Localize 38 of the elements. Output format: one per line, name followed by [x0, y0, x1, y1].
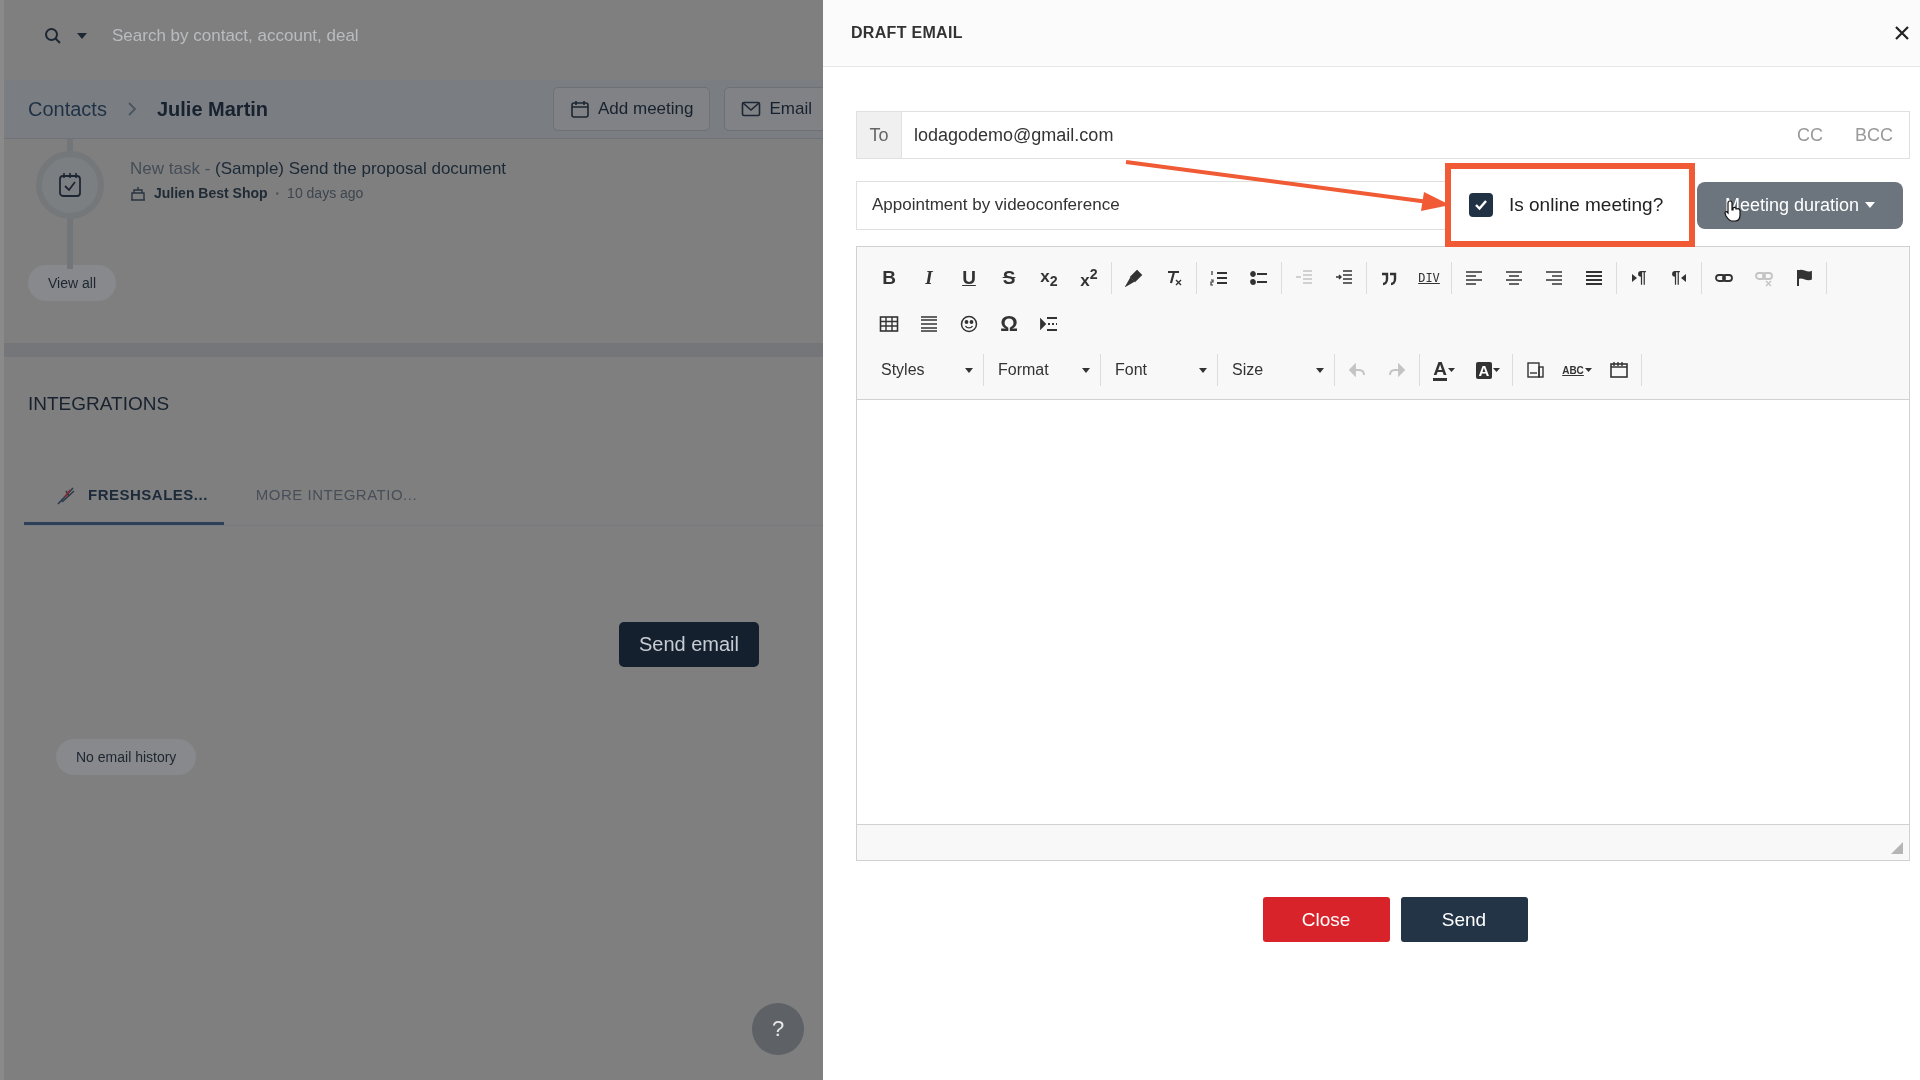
send-email-button[interactable]: Send email: [618, 622, 759, 667]
ltr-button[interactable]: ¶: [1623, 262, 1655, 294]
subject-field[interactable]: Appointment by videoconference: [856, 180, 1445, 230]
div-container-button[interactable]: DIV: [1413, 262, 1445, 294]
spellcheck-button[interactable]: ABC: [1559, 354, 1595, 386]
italic-button[interactable]: I: [913, 262, 945, 294]
toolbar-dropdown[interactable]: Format: [990, 354, 1094, 386]
add-meeting-button[interactable]: Add meeting: [553, 87, 711, 131]
help-button[interactable]: ?: [752, 1003, 804, 1055]
view-all-button[interactable]: View all: [28, 265, 116, 301]
strike-button[interactable]: S: [993, 262, 1025, 294]
superscript-button[interactable]: x$^{2}$: [1073, 262, 1105, 294]
status-badge: No email history: [56, 739, 197, 775]
contact-name: Julie Martin: [156, 97, 269, 121]
integration-tab[interactable]: FRESHSALES...: [24, 467, 224, 525]
task-title[interactable]: New task - (Sample) Send the proposal document: [130, 159, 507, 179]
section-heading: INTEGRATIONS: [28, 393, 171, 415]
text-color-button[interactable]: A: [1426, 354, 1462, 386]
send-button[interactable]: Send: [1400, 897, 1528, 942]
subscript-button[interactable]: x$_{2}$: [1033, 262, 1065, 294]
recipient-email: lodagodemo@gmail.com: [914, 124, 1114, 146]
online-meeting-checkbox[interactable]: Is online meeting?: [1469, 193, 1664, 217]
underline-button[interactable]: U: [953, 262, 985, 294]
email-button[interactable]: Email: [724, 87, 823, 131]
toolbar-dropdown[interactable]: Font: [1107, 354, 1211, 386]
close-button[interactable]: Close: [1262, 897, 1390, 942]
search-field[interactable]: Search by contact, account, deal: [102, 26, 612, 46]
account-name[interactable]: Julien Best Shop: [154, 185, 268, 201]
field-label: To: [857, 112, 902, 158]
drawer-title: DRAFT EMAIL: [851, 24, 963, 42]
toolbar-dropdown[interactable]: Styles: [873, 354, 977, 386]
toolbar-dropdown[interactable]: Size: [1224, 354, 1328, 386]
rtl-button[interactable]: ¶: [1663, 262, 1695, 294]
task-time: 10 days ago: [287, 185, 364, 201]
background-color-button[interactable]: A: [1470, 354, 1506, 386]
separator-dot: •: [275, 187, 280, 199]
special-char-button[interactable]: Ω: [993, 308, 1025, 340]
bold-button[interactable]: B: [873, 262, 905, 294]
